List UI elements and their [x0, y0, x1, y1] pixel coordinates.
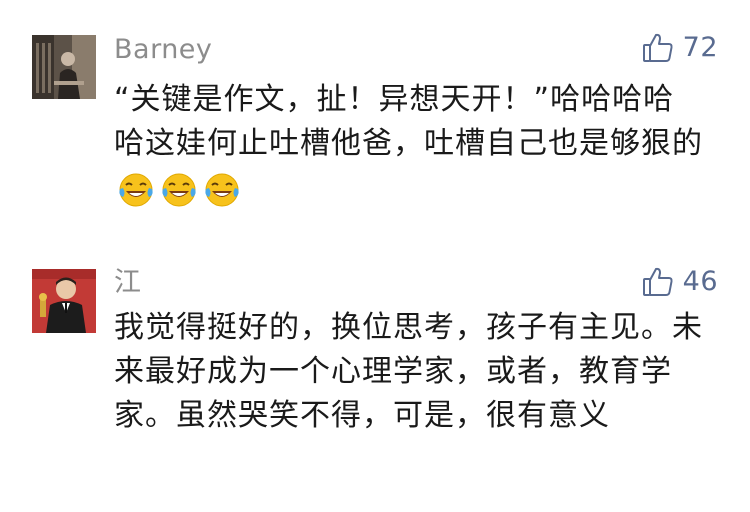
thumbs-up-icon: [641, 31, 675, 65]
laughing-tears-emoji: [202, 169, 242, 209]
laughing-tears-emoji: [159, 169, 199, 209]
like-button[interactable]: 72: [641, 31, 718, 65]
thumbs-up-icon: [641, 265, 675, 299]
avatar[interactable]: [32, 269, 96, 333]
comment-text-block: “关键是作文，扯！异想天开！”哈哈哈哈哈这娃何止吐槽他爸，吐槽自己也是够狠的: [114, 78, 704, 210]
like-count: 72: [682, 32, 718, 63]
comment-text-block: 我觉得挺好的，换位思考，孩子有主见。未来最好成为一个心理学家，或者，教育学家。虽…: [114, 306, 704, 438]
like-count: 46: [682, 266, 718, 297]
avatar[interactable]: [32, 35, 96, 99]
comment-text: “关键是作文，扯！异想天开！”哈哈哈哈哈这娃何止吐槽他爸，吐槽自己也是够狠的: [114, 82, 703, 161]
laughing-tears-emoji: [116, 169, 156, 209]
comment-text: 我觉得挺好的，换位思考，孩子有主见。未来最好成为一个心理学家，或者，教育学家。虽…: [114, 310, 703, 433]
comment-item: 江 46 我觉得挺好的，换位思考，孩子有主见。未来最好成为一个心理学家，或者，教…: [0, 240, 750, 512]
username[interactable]: Barney: [114, 34, 212, 66]
username[interactable]: 江: [114, 267, 142, 299]
comment-item: Barney 72 “关键是作文，扯！异想天开！”哈哈哈哈哈这娃何止吐槽他爸，吐…: [0, 0, 750, 240]
comment-list: Barney 72 “关键是作文，扯！异想天开！”哈哈哈哈哈这娃何止吐槽他爸，吐…: [0, 0, 750, 512]
emoji-row: [116, 169, 245, 209]
like-button[interactable]: 46: [641, 265, 718, 299]
